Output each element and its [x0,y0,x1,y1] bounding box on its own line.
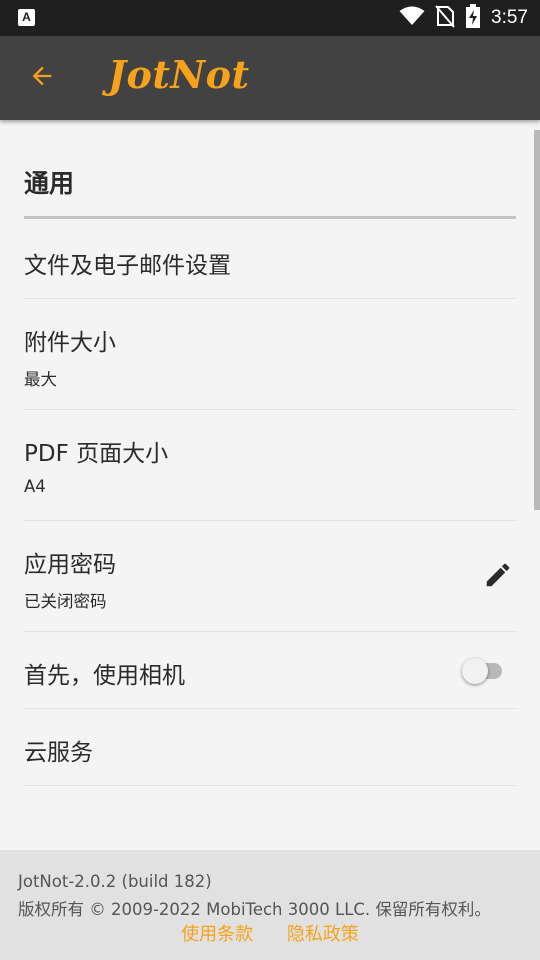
files-email-settings-label: 文件及电子邮件设置 [24,253,231,279]
scrollbar[interactable] [534,130,540,510]
app-logo: JotNot [108,52,250,97]
section-divider [24,216,516,219]
back-button[interactable] [22,58,62,98]
app-bar: JotNot [0,36,540,120]
pencil-icon [483,560,513,594]
attachment-size-value: 最大 [24,370,57,389]
copyright-text: 版权所有 © 2009-2022 MobiTech 3000 LLC. 保留所有… [18,900,491,919]
pdf-page-size-item[interactable]: PDF 页面大小 A4 [24,410,516,521]
app-passcode-label: 应用密码 [24,552,116,578]
wifi-icon [399,5,425,31]
toggle-thumb [462,658,488,684]
pdf-page-size-label: PDF 页面大小 [24,441,169,467]
app-passcode-item[interactable]: 应用密码 已关闭密码 [24,521,516,632]
arrow-back-icon [28,62,56,94]
settings-list: 通用 文件及电子邮件设置 附件大小 最大 PDF 页面大小 A4 应用密码 已关… [0,120,540,850]
version-text: JotNot-2.0.2 (build 182) [18,872,212,891]
battery-charging-icon [465,4,481,32]
files-email-settings-item[interactable]: 文件及电子邮件设置 [24,220,516,299]
status-bar: A 3:57 [0,0,540,36]
terms-of-use-link[interactable]: 使用条款 [181,924,253,945]
section-title-general: 通用 [24,169,75,198]
footer-links: 使用条款 隐私政策 [0,920,540,946]
status-icons: 3:57 [399,0,528,36]
cloud-services-item[interactable]: 云服务 [24,709,516,786]
pdf-page-size-value: A4 [24,477,46,496]
no-sim-icon [435,4,455,32]
edit-passcode-button[interactable] [480,559,516,595]
status-time: 3:57 [491,7,528,28]
camera-first-item[interactable]: 首先，使用相机 [24,632,516,709]
app-passcode-value: 已关闭密码 [24,592,107,611]
camera-first-toggle[interactable] [462,658,502,684]
cloud-services-label: 云服务 [24,740,93,766]
attachment-size-item[interactable]: 附件大小 最大 [24,299,516,410]
privacy-policy-link[interactable]: 隐私政策 [287,924,359,945]
footer: JotNot-2.0.2 (build 182) 版权所有 © 2009-202… [0,850,540,960]
app-notification-icon: A [18,9,35,26]
camera-first-label: 首先，使用相机 [24,663,185,689]
attachment-size-label: 附件大小 [24,330,116,356]
